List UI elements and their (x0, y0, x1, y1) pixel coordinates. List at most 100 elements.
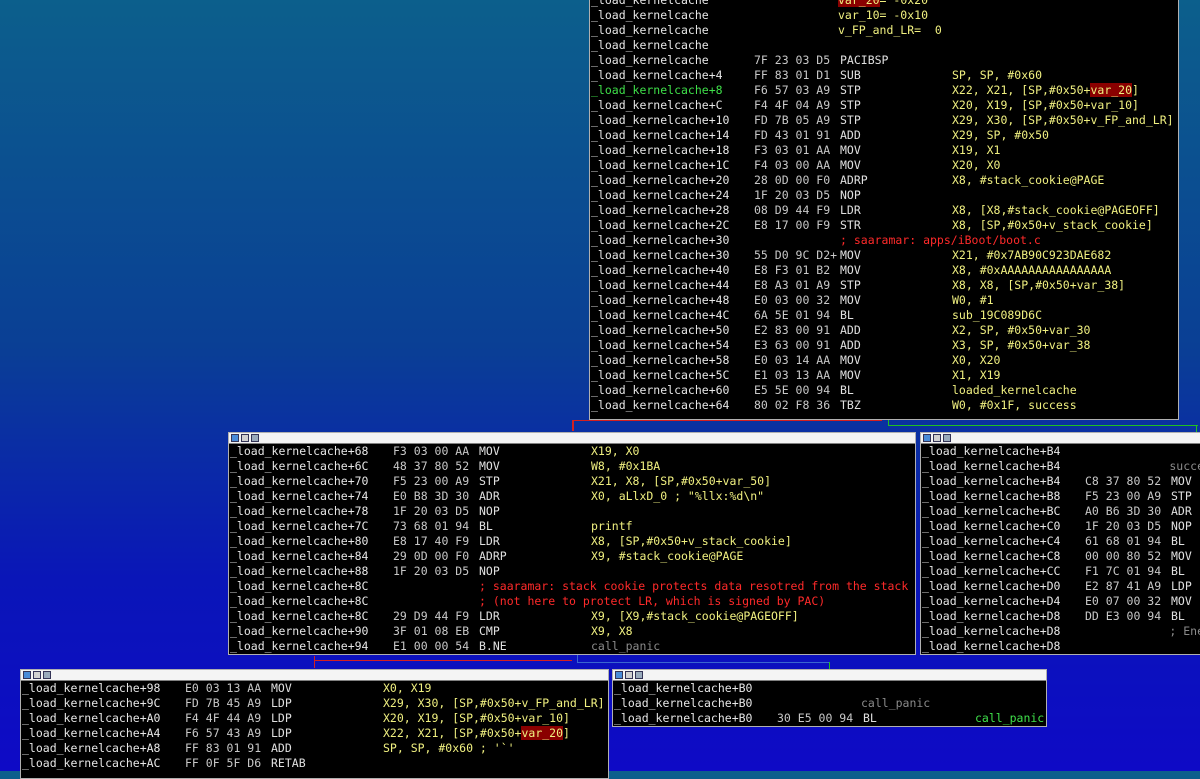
opcode-bytes: F4 4F 44 A9 (185, 711, 262, 725)
disasm-line[interactable]: _load_kernelcache+D8 ; Ene (921, 624, 1200, 639)
disasm-line[interactable]: _load_kernelcache+88 1F 20 03 D5 NOP (229, 564, 915, 579)
node-window-icon[interactable] (943, 434, 951, 442)
disasm-line[interactable]: _load_kernelcache+D4 E0 07 00 32 MOV (921, 594, 1200, 609)
node-window-icon[interactable] (43, 671, 51, 679)
disasm-line[interactable]: _load_kernelcache+B4 C8 37 80 52 MOV (921, 474, 1200, 489)
disasm-line[interactable]: _load_kernelcache+40 E8 F3 01 B2 MOV X8, #0… (590, 263, 1178, 278)
disasm-line[interactable]: _load_kernelcache+58 E0 03 14 AA MOV X0, X2… (590, 353, 1178, 368)
disasm-line[interactable]: _load_kernelcache+84 29 0D 00 F0 ADRP X9, #… (229, 549, 915, 564)
disasm-line[interactable]: _load_kernelcache v_FP_and_LR= 0 (590, 23, 1178, 38)
disasm-line[interactable]: _load_kernelcache+8C ; (not here to prote… (229, 594, 915, 609)
graph-node-call-panic[interactable]: _load_kernelcache+B0 _load_kernelcache+B0… (612, 669, 1047, 727)
disasm-line[interactable]: _load_kernelcache+80 E8 17 40 F9 LDR X8, [S… (229, 534, 915, 549)
disasm-line[interactable]: _load_kernelcache+24 1F 20 03 D5 NOP (590, 188, 1178, 203)
address-label: _load_kernelcache (591, 8, 709, 22)
disasm-line[interactable]: _load_kernelcache var_10= -0x10 (590, 8, 1178, 23)
node-color-icon[interactable] (23, 671, 31, 679)
graph-node-epilogue[interactable]: _load_kernelcache+98 E0 03 13 AA MOV X0, X1… (20, 669, 609, 779)
graph-node-success[interactable]: _load_kernelcache+B4 _load_kernelcache+B4… (920, 432, 1200, 655)
disasm-line[interactable]: _load_kernelcache+74 E0 B8 3D 30 ADR X0, aL… (229, 489, 915, 504)
disasm-line[interactable]: _load_kernelcache+20 28 0D 00 F0 ADRP X8, #… (590, 173, 1178, 188)
node-titlebar[interactable] (613, 670, 1046, 681)
disasm-line[interactable]: _load_kernelcache (590, 38, 1178, 53)
disasm-line[interactable]: _load_kernelcache+50 E2 83 00 91 ADD X2, SP… (590, 323, 1178, 338)
opcode-bytes: 28 0D 00 F0 (754, 173, 831, 187)
disasm-line[interactable]: _load_kernelcache+68 F3 03 00 AA MOV X19, X… (229, 444, 915, 459)
disasm-line[interactable]: _load_kernelcache+98 E0 03 13 AA MOV X0, X1… (21, 681, 608, 696)
disasm-line[interactable]: _load_kernelcache+B0 call_panic (613, 696, 1046, 711)
disasm-line[interactable]: _load_kernelcache+CC F1 7C 01 94 BL (921, 564, 1200, 579)
disasm-line[interactable]: _load_kernelcache+9C FD 7B 45 A9 LDP X29, X… (21, 696, 608, 711)
disasm-line[interactable]: _load_kernelcache+1C F4 03 00 AA MOV X20, X… (590, 158, 1178, 173)
disasm-line[interactable]: _load_kernelcache+60 E5 5E 00 94 BL loaded_… (590, 383, 1178, 398)
disasm-line[interactable]: _load_kernelcache+44 E8 A3 01 A9 STP X8, X8… (590, 278, 1178, 293)
node-titlebar[interactable] (229, 433, 915, 444)
disasm-line[interactable]: _load_kernelcache+AC FF 0F 5F D6 RETAB (21, 756, 608, 771)
disasm-line[interactable]: _load_kernelcache+B4 succe (921, 459, 1200, 474)
disasm-line[interactable]: _load_kernelcache+70 F5 23 00 A9 STP X21, X… (229, 474, 915, 489)
disasm-line[interactable]: _load_kernelcache+C8 00 00 80 52 MOV (921, 549, 1200, 564)
mnemonic: MOV (479, 444, 500, 458)
node-graph-icon[interactable] (33, 671, 41, 679)
node-color-icon[interactable] (615, 671, 623, 679)
disasm-line[interactable]: _load_kernelcache var_20= -0x20 (590, 0, 1178, 8)
node-titlebar[interactable] (921, 433, 1200, 444)
disasm-line[interactable]: _load_kernelcache+C0 1F 20 03 D5 NOP (921, 519, 1200, 534)
comment: ; saaramar: stack cookie protects data r… (479, 579, 909, 593)
disasm-line[interactable]: _load_kernelcache+5C E1 03 13 AA MOV X1, X1… (590, 368, 1178, 383)
disasm-line[interactable]: _load_kernelcache+D0 E2 87 41 A9 LDP (921, 579, 1200, 594)
disasm-line[interactable]: _load_kernelcache+8 F6 57 03 A9 STP X22, X2… (590, 83, 1178, 98)
disasm-line[interactable]: _load_kernelcache+48 E0 03 00 32 MOV W0, #1 (590, 293, 1178, 308)
address-label: _load_kernelcache+8C (230, 579, 369, 593)
node-graph-icon[interactable] (241, 434, 249, 442)
node-graph-icon[interactable] (933, 434, 941, 442)
graph-node-cookie-check[interactable]: _load_kernelcache+68 F3 03 00 AA MOV X19, X… (228, 432, 916, 655)
opcode-bytes: C8 37 80 52 (1085, 474, 1162, 488)
address-label: _load_kernelcache (591, 0, 709, 7)
disasm-line[interactable]: _load_kernelcache+94 E1 00 00 54 B.NE call_… (229, 639, 915, 654)
graph-node-entry[interactable]: _load_kernelcache var_20= -0x20 _load_kern… (589, 0, 1179, 420)
node-color-icon[interactable] (231, 434, 239, 442)
operands: X8, #0xAAAAAAAAAAAAAAAA (952, 263, 1112, 277)
node-window-icon[interactable] (251, 434, 259, 442)
disasm-line[interactable]: _load_kernelcache+30 55 D0 9C D2+ MOV X21, … (590, 248, 1178, 263)
disasm-line[interactable]: _load_kernelcache+D8 (921, 639, 1200, 654)
node-color-icon[interactable] (923, 434, 931, 442)
disasm-line[interactable]: _load_kernelcache+2C E8 17 00 F9 STR X8, [S… (590, 218, 1178, 233)
disasm-line[interactable]: _load_kernelcache 7F 23 03 D5 PACIBSP (590, 53, 1178, 68)
disasm-line[interactable]: _load_kernelcache+6C 48 37 80 52 MOV W8, #0… (229, 459, 915, 474)
disasm-line[interactable]: _load_kernelcache+8C 29 D9 44 F9 LDR X9, [X… (229, 609, 915, 624)
disasm-line[interactable]: _load_kernelcache+4C 6A 5E 01 94 BL sub_19C… (590, 308, 1178, 323)
disasm-line[interactable]: _load_kernelcache+8C ; saaramar: stack co… (229, 579, 915, 594)
disasm-line[interactable]: _load_kernelcache+B8 F5 23 00 A9 STP (921, 489, 1200, 504)
disasm-line[interactable]: _load_kernelcache+D8 DD E3 00 94 BL (921, 609, 1200, 624)
node-titlebar[interactable] (21, 670, 608, 681)
disasm-line[interactable]: _load_kernelcache+A0 F4 4F 44 A9 LDP X20, X… (21, 711, 608, 726)
disasm-line[interactable]: _load_kernelcache+64 80 02 F8 36 TBZ W0, #0… (590, 398, 1178, 413)
mnemonic: MOV (1171, 474, 1192, 488)
mnemonic: LDP (1171, 579, 1192, 593)
disasm-line[interactable]: _load_kernelcache+C4 61 68 01 94 BL (921, 534, 1200, 549)
disasm-line[interactable]: _load_kernelcache+B0 30 E5 00 94 BL call_pa… (613, 711, 1046, 726)
disasm-line[interactable]: _load_kernelcache+BC A0 B6 3D 30 ADR (921, 504, 1200, 519)
disasm-line[interactable]: _load_kernelcache+B0 (613, 681, 1046, 696)
node-window-icon[interactable] (635, 671, 643, 679)
disasm-line[interactable]: _load_kernelcache+90 3F 01 08 EB CMP X9, X8 (229, 624, 915, 639)
disasm-line[interactable]: _load_kernelcache+A8 FF 83 01 91 ADD SP, SP… (21, 741, 608, 756)
disasm-line[interactable]: _load_kernelcache+14 FD 43 01 91 ADD X29, S… (590, 128, 1178, 143)
disasm-line[interactable]: _load_kernelcache+54 E3 63 00 91 ADD X3, SP… (590, 338, 1178, 353)
disasm-line[interactable]: _load_kernelcache+B4 (921, 444, 1200, 459)
mnemonic: LDP (271, 711, 292, 725)
disasm-line[interactable]: _load_kernelcache+78 1F 20 03 D5 NOP (229, 504, 915, 519)
disasm-line[interactable]: _load_kernelcache+A4 F6 57 43 A9 LDP X22, X… (21, 726, 608, 741)
disasm-line[interactable]: _load_kernelcache+30 ; saaramar: apps/iBo… (590, 233, 1178, 248)
address-label: _load_kernelcache+BC (922, 504, 1061, 518)
opcode-bytes: E0 03 14 AA (754, 353, 831, 367)
disasm-line[interactable]: _load_kernelcache+10 FD 7B 05 A9 STP X29, X… (590, 113, 1178, 128)
disasm-line[interactable]: _load_kernelcache+7C 73 68 01 94 BL printf (229, 519, 915, 534)
node-graph-icon[interactable] (625, 671, 633, 679)
disasm-line[interactable]: _load_kernelcache+4 FF 83 01 D1 SUB SP, SP,… (590, 68, 1178, 83)
disasm-line[interactable]: _load_kernelcache+C F4 4F 04 A9 STP X20, X1… (590, 98, 1178, 113)
disasm-line[interactable]: _load_kernelcache+28 08 D9 44 F9 LDR X8, [X… (590, 203, 1178, 218)
disasm-line[interactable]: _load_kernelcache+18 F3 03 01 AA MOV X19, X… (590, 143, 1178, 158)
